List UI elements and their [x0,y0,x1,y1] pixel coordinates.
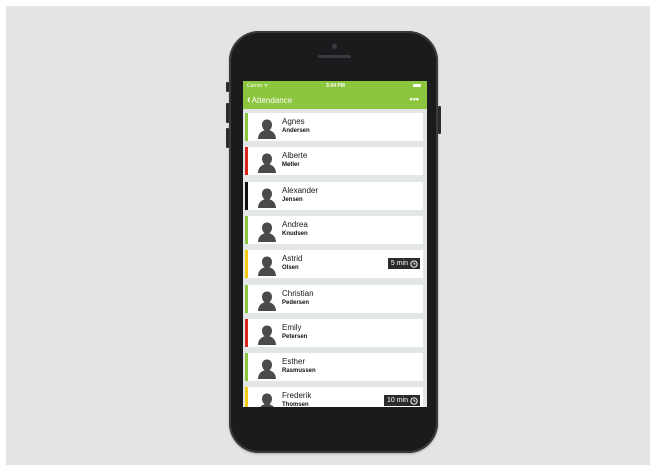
student-row[interactable]: Alberte Møller [245,147,423,176]
late-timer-label: 5 min [390,260,408,268]
late-timer-badge: 5 min [387,258,420,270]
attendance-status-indicator [245,215,248,244]
carrier-label: Carrier ᯤ [247,83,269,89]
student-row[interactable]: Christian Pedersen [245,284,423,313]
student-row[interactable]: Esther Rasmussen [245,353,423,382]
volume-down-button [226,128,229,148]
avatar-icon [256,323,278,345]
late-timer-label: 10 min [386,397,408,405]
avatar-icon [256,391,278,407]
app-screen: Carrier ᯤ 3:04 PM ‹ Attendance ••• Agnes… [243,81,427,407]
avatar-icon [256,117,278,139]
power-button [438,106,441,134]
student-first-name: Andrea [282,219,308,229]
camera-icon [332,44,337,49]
student-first-name: Alexander [282,185,319,195]
navigation-bar: Carrier ᯤ 3:04 PM ‹ Attendance ••• [243,81,427,109]
avatar-icon [256,289,278,311]
status-time: 3:04 PM [326,83,345,89]
attendance-status-indicator [245,284,248,313]
student-last-name: Jensen [282,196,303,203]
attendance-status-indicator [245,113,248,141]
clock-icon [410,260,418,268]
chevron-left-icon: ‹ [247,93,251,106]
attendance-status-indicator [245,353,248,382]
student-first-name: Frederik [282,391,312,401]
student-first-name: Astrid [282,254,303,264]
late-timer-badge: 10 min [383,395,420,407]
student-last-name: Petersen [282,333,308,340]
more-options-button[interactable]: ••• [410,95,419,104]
student-list: Agnes Andersen Alberte Møller Alexander Jense… [243,109,427,407]
volume-up-button [226,103,229,123]
student-last-name: Thomsen [282,402,309,407]
student-last-name: Møller [282,162,300,169]
student-row[interactable]: Astrid Olsen 5 min [245,250,423,279]
attendance-status-indicator [245,147,248,176]
avatar-icon [256,220,278,242]
student-row[interactable]: Frederik Thomsen 10 min [245,387,423,407]
student-first-name: Christian [282,288,314,298]
attendance-status-indicator [245,387,248,407]
back-label: Attendance [251,95,293,105]
status-bar: Carrier ᯤ 3:04 PM [243,81,427,90]
student-first-name: Esther [282,357,306,367]
clock-icon [410,397,418,405]
student-row[interactable]: Agnes Andersen [245,113,423,141]
attendance-status-indicator [245,318,248,347]
student-last-name: Andersen [282,128,310,134]
attendance-status-indicator [245,181,248,210]
student-last-name: Olsen [282,265,299,272]
avatar-icon [256,151,278,174]
back-button[interactable]: ‹ Attendance [247,93,292,107]
student-first-name: Alberte [282,151,308,161]
battery-icon [413,84,421,87]
speaker-grille [318,55,351,58]
student-first-name: Emily [282,322,302,332]
mute-switch [226,82,229,92]
attendance-status-indicator [245,250,248,279]
student-first-name: Agnes [282,117,305,126]
student-row[interactable]: Emily Petersen [245,318,423,347]
student-last-name: Knudsen [282,230,308,237]
avatar-icon [256,357,278,380]
student-row[interactable]: Alexander Jensen [245,181,423,210]
student-last-name: Pedersen [282,299,310,306]
avatar-icon [256,254,278,277]
student-last-name: Rasmussen [282,368,316,375]
student-row[interactable]: Andrea Knudsen [245,215,423,244]
avatar-icon [256,186,278,208]
